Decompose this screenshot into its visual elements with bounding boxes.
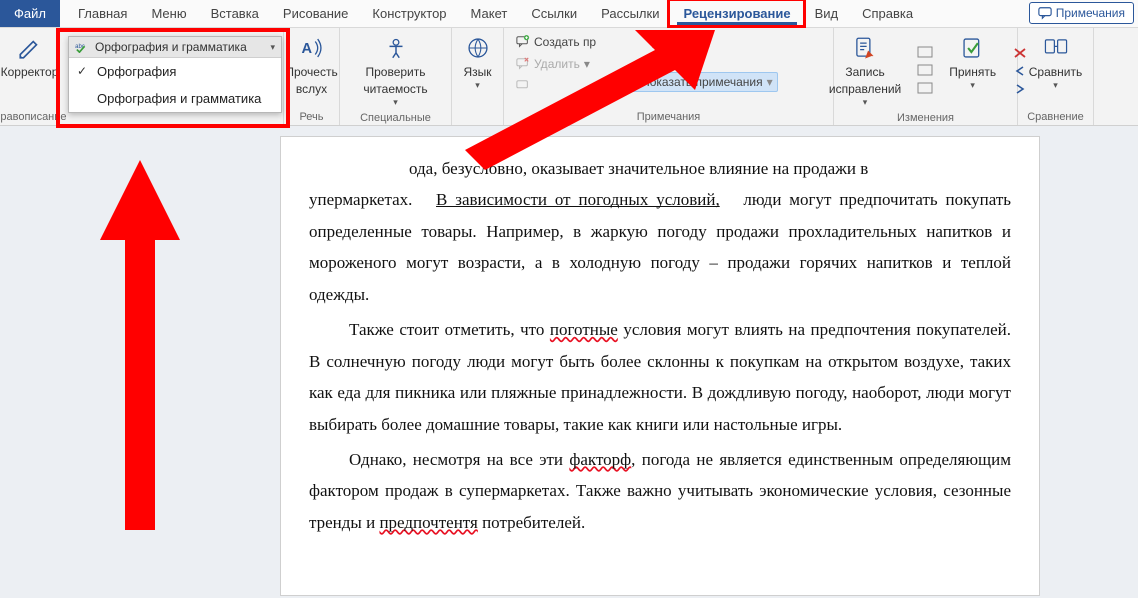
tab-mailings[interactable]: Рассылки [589, 0, 671, 27]
show-markup-icon[interactable] [917, 64, 933, 78]
reviewing-pane-icon[interactable] [917, 82, 933, 96]
spelling-dropdown-item-label: Орфография [97, 64, 176, 79]
chevron-down-icon: ▾ [270, 42, 275, 53]
tab-help[interactable]: Справка [850, 0, 925, 27]
tab-menu[interactable]: Меню [139, 0, 198, 27]
group-compare: Сравнить ▾ Сравнение [1018, 28, 1094, 125]
annotation-arrow-diagonal [465, 30, 715, 170]
group-speech-label: Речь [299, 111, 323, 123]
comment-icon [1038, 6, 1052, 20]
paragraph-2: Также стоит отметить, что поготные услов… [309, 314, 1011, 440]
para3-error-faktorf: факторф [569, 450, 631, 469]
check-accessibility-label1: Проверить [365, 66, 425, 79]
para1-blue-underline: В зависимости от погодных условий, [436, 190, 720, 209]
para2-a: Также стоит отметить, что [349, 320, 544, 339]
editor-label: Корректор [1, 66, 59, 79]
track-changes-label1: Запись [845, 66, 884, 79]
tab-references[interactable]: Ссылки [519, 0, 589, 27]
compare-icon [1042, 34, 1070, 62]
tab-view[interactable]: Вид [803, 0, 851, 27]
group-speech: A Прочесть вслух Речь [284, 28, 340, 125]
accessibility-icon [382, 34, 410, 62]
paragraph-3: Однако, несмотря на все эти факторф, пог… [309, 444, 1011, 538]
check-accessibility-button[interactable]: Проверить читаемость ▾ [357, 32, 433, 110]
para3-error-predpochtentya: предпочтентя [379, 513, 477, 532]
editor-button[interactable]: Корректор [0, 32, 64, 81]
group-spelling: Корректор Правописание [0, 28, 60, 125]
compare-button[interactable]: Сравнить ▾ [1023, 32, 1088, 93]
accept-button[interactable]: Принять ▾ [943, 32, 1002, 110]
spelling-dropdown-item-spelling-grammar[interactable]: Орфография и грамматика [69, 85, 281, 112]
chevron-down-icon: ▾ [393, 98, 398, 108]
compare-label: Сравнить [1029, 66, 1082, 79]
track-changes-button[interactable]: Запись исправлений ▾ [823, 32, 907, 110]
para3-a: Однако, несмотря на все эти [349, 450, 563, 469]
accept-icon [959, 34, 987, 62]
tab-review[interactable]: Рецензирование [671, 0, 802, 27]
track-changes-label2: исправлений [829, 83, 901, 96]
ribbon-tabbar: Файл Главная Меню Вставка Рисование Конс… [0, 0, 1138, 28]
read-aloud-icon: A [298, 34, 326, 62]
tab-layout[interactable]: Макет [459, 0, 520, 27]
spelling-dropdown: abc Орфография и грамматика ▾ ✓ Орфограф… [68, 36, 282, 113]
chevron-down-icon: ▾ [1053, 81, 1058, 91]
para2-error-pogotnye: поготные [550, 320, 618, 339]
tab-home[interactable]: Главная [66, 0, 139, 27]
read-aloud-label2: вслух [296, 83, 327, 96]
display-for-review-icon[interactable] [917, 46, 933, 60]
spelling-dropdown-item-label: Орфография и грамматика [97, 91, 261, 106]
chevron-down-icon: ▾ [970, 81, 975, 91]
tab-design[interactable]: Конструктор [360, 0, 458, 27]
editor-icon [16, 34, 44, 62]
group-accessibility: Проверить читаемость ▾ Специальные возм [340, 28, 452, 125]
document-page[interactable]: ода, безусловно, оказывает значительное … [280, 136, 1040, 596]
group-spelling-label: Правописание [0, 111, 67, 123]
para1-line2a: упермаркетах. [309, 190, 412, 209]
chevron-down-icon: ▾ [863, 98, 868, 108]
read-aloud-label1: Прочесть [285, 66, 337, 79]
annotation-arrow-up [100, 160, 180, 530]
accept-label: Принять [949, 66, 996, 79]
comments-pane-label: Примечания [1056, 6, 1125, 20]
spelling-dropdown-header-label: Орфография и грамматика [95, 40, 247, 54]
abc-check-icon: abc [75, 41, 89, 53]
group-changes: Запись исправлений ▾ Принять ▾ [834, 28, 1018, 125]
tab-insert[interactable]: Вставка [199, 0, 271, 27]
group-compare-label: Сравнение [1027, 111, 1084, 123]
track-changes-icon [851, 34, 879, 62]
svg-text:A: A [301, 41, 312, 57]
group-changes-label: Изменения [897, 112, 954, 124]
para3-c: потребителей. [482, 513, 585, 532]
paragraph-1: ода, безусловно, оказывает значительное … [309, 153, 1011, 310]
read-aloud-button[interactable]: A Прочесть вслух [279, 32, 343, 98]
spelling-dropdown-header[interactable]: abc Орфография и грамматика ▾ [69, 37, 281, 58]
comments-pane-button[interactable]: Примечания [1029, 2, 1134, 24]
check-accessibility-label2: читаемость [363, 83, 427, 96]
check-icon: ✓ [77, 64, 87, 78]
spelling-dropdown-item-spelling[interactable]: ✓ Орфография [69, 58, 281, 85]
tab-file[interactable]: Файл [0, 0, 60, 27]
tab-draw[interactable]: Рисование [271, 0, 360, 27]
